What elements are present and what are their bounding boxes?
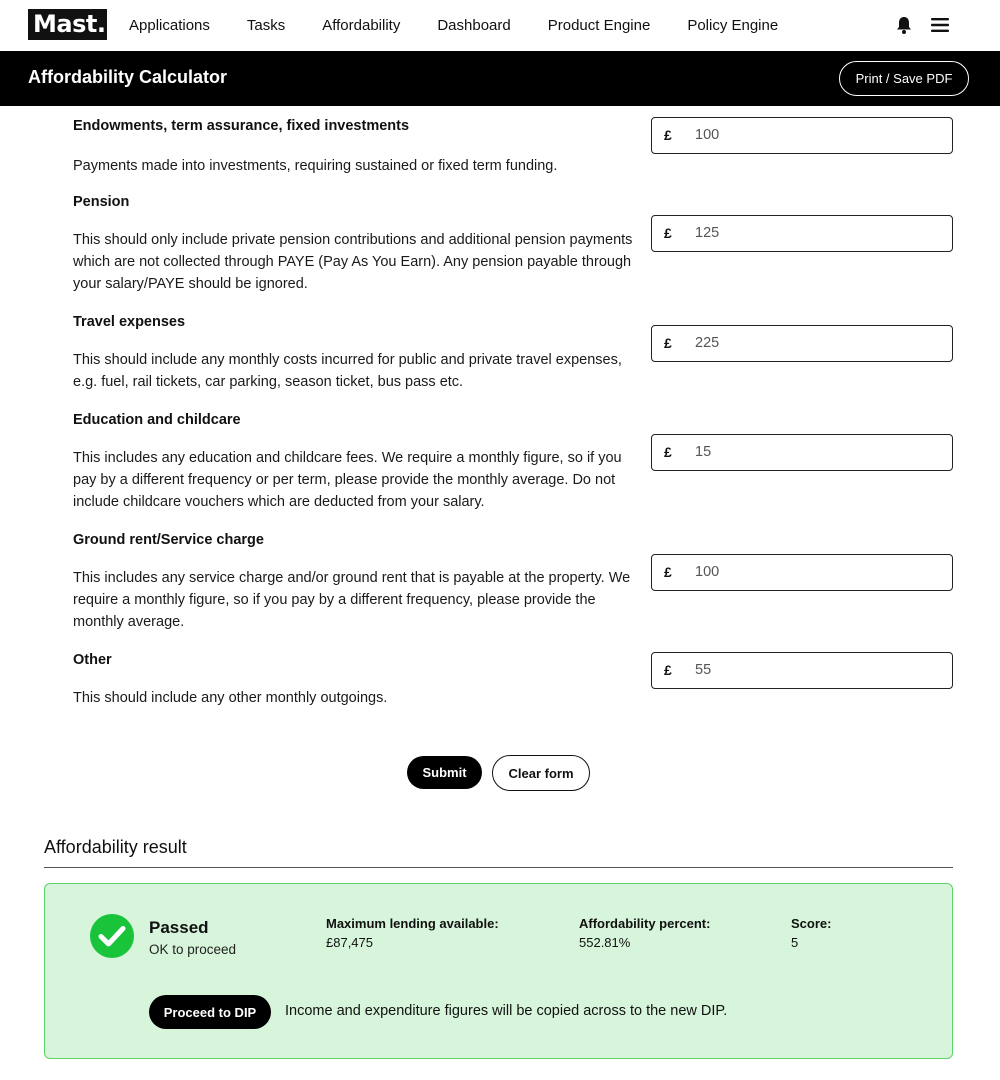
nav-link-policy-engine[interactable]: Policy Engine (687, 17, 778, 34)
check-circle-icon (90, 914, 134, 958)
result-status: Passed (149, 918, 209, 937)
field-ground-rent: Ground rent/Service charge This includes… (73, 532, 953, 630)
top-navigation: Mast. Applications Tasks Affordability D… (0, 0, 1000, 51)
mast-logo[interactable]: Mast. (28, 9, 107, 40)
field-title: Education and childcare (73, 412, 241, 428)
field-travel-expenses: Travel expenses This should include any … (73, 314, 953, 390)
nav-link-tasks[interactable]: Tasks (247, 17, 285, 34)
result-status-sub: OK to proceed (149, 942, 237, 957)
clear-form-button[interactable]: Clear form (492, 755, 590, 791)
field-title: Ground rent/Service charge (73, 532, 264, 548)
field-education-childcare: Education and childcare This includes an… (73, 412, 953, 510)
nav-icons (880, 13, 952, 37)
field-description: This should include any other monthly ou… (73, 690, 388, 706)
ground-rent-amount-input[interactable]: £ 100 (651, 554, 953, 591)
field-other: Other This should include any other mont… (73, 652, 953, 706)
result-heading: Affordability result (44, 837, 187, 857)
max-lending-label: Maximum lending available: (326, 916, 499, 931)
currency-symbol: £ (664, 662, 672, 678)
currency-symbol: £ (664, 444, 672, 460)
score-value: 5 (791, 935, 799, 950)
field-title: Pension (73, 194, 130, 210)
other-amount-input[interactable]: £ 55 (651, 652, 953, 689)
page-title: Affordability Calculator (28, 67, 228, 87)
pension-amount-input[interactable]: £ 125 (651, 215, 953, 252)
input-value: 55 (695, 662, 712, 678)
divider (44, 867, 953, 868)
bell-icon[interactable] (892, 13, 916, 37)
education-childcare-amount-input[interactable]: £ 15 (651, 434, 953, 471)
travel-expenses-amount-input[interactable]: £ 225 (651, 325, 953, 362)
field-description: This includes any education and childcar… (73, 450, 622, 510)
submit-button[interactable]: Submit (407, 756, 482, 789)
page-header: Affordability Calculator Print / Save PD… (0, 51, 1000, 106)
print-save-pdf-button[interactable]: Print / Save PDF (839, 61, 969, 96)
field-description: This should only include private pension… (73, 232, 633, 292)
input-value: 15 (695, 444, 712, 460)
nav-link-applications[interactable]: Applications (129, 17, 210, 34)
input-value: 225 (695, 335, 720, 351)
currency-symbol: £ (664, 225, 672, 241)
currency-symbol: £ (664, 127, 672, 143)
affordability-percent-label: Affordability percent: (579, 916, 711, 931)
max-lending-value: £87,475 (326, 935, 373, 950)
field-description: Payments made into investments, requirin… (73, 158, 558, 174)
currency-symbol: £ (664, 564, 672, 580)
result-card: Passed OK to proceed Maximum lending ava… (44, 883, 953, 1059)
nav-links: Applications Tasks Affordability Dashboa… (129, 0, 815, 51)
field-description: This should include any monthly costs in… (73, 352, 622, 390)
field-endowments: Endowments, term assurance, fixed invest… (73, 117, 953, 174)
proceed-to-dip-button[interactable]: Proceed to DIP (149, 995, 271, 1029)
nav-link-affordability[interactable]: Affordability (322, 17, 400, 34)
score-label: Score: (791, 916, 832, 931)
dip-note: Income and expenditure figures will be c… (285, 1003, 728, 1019)
affordability-percent-value: 552.81% (579, 935, 631, 950)
nav-link-dashboard[interactable]: Dashboard (437, 17, 510, 34)
field-description: This includes any service charge and/or … (73, 570, 631, 630)
input-value: 125 (695, 225, 720, 241)
input-value: 100 (695, 564, 720, 580)
nav-link-product-engine[interactable]: Product Engine (548, 17, 651, 34)
hamburger-menu-icon[interactable] (928, 13, 952, 37)
currency-symbol: £ (664, 335, 672, 351)
field-pension: Pension This should only include private… (73, 194, 953, 292)
input-value: 100 (695, 127, 720, 143)
endowments-amount-input[interactable]: £ 100 (651, 117, 953, 154)
